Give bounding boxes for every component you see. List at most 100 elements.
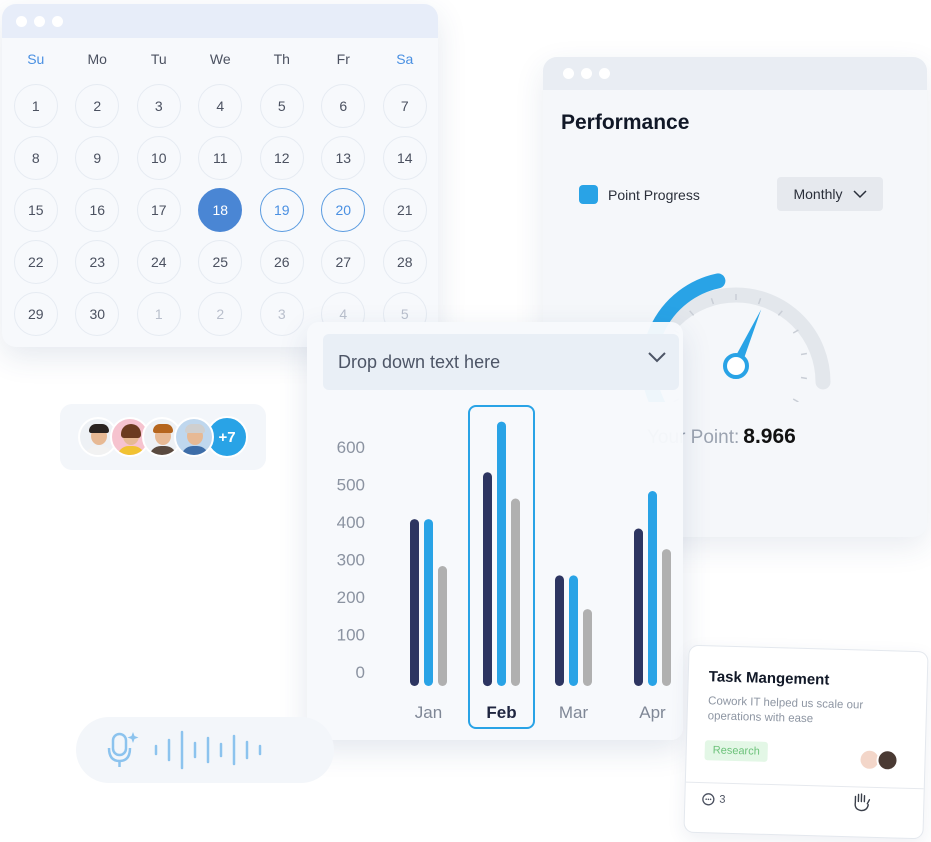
chart-dropdown[interactable]: Drop down text here [323,334,679,390]
bar-mar-1[interactable] [555,575,564,686]
calendar-day[interactable]: 15 [13,188,58,232]
calendar-cell: 4 [190,80,252,132]
calendar-cell: 6 [313,80,375,132]
calendar-day[interactable]: 27 [321,240,366,284]
waveform-icon [154,730,262,770]
calendar-day[interactable]: 10 [136,136,181,180]
calendar-day[interactable]: 24 [136,240,181,284]
calendar-cell: 16 [67,184,129,236]
bar-feb-2[interactable] [497,421,506,686]
calendar-day[interactable]: 28 [382,240,427,284]
weekday-header: Th [273,51,290,67]
calendar-day[interactable]: 21 [382,188,427,232]
avatar[interactable] [876,748,899,772]
bar-jan-3[interactable] [438,566,447,686]
comment-count[interactable]: 3 [701,792,726,807]
calendar-cell: 29 [5,288,67,340]
calendar-cell: 24 [128,236,190,288]
team-avatars[interactable]: +7 [60,404,266,470]
calendar-day[interactable]: 6 [321,84,366,128]
voice-input[interactable] [76,717,334,783]
calendar-day[interactable]: 23 [75,240,120,284]
weekday-header: Mo [87,51,107,67]
y-tick-label: 500 [337,476,365,495]
x-tick-label: Feb [486,703,516,722]
calendar-day[interactable]: 3 [259,292,304,336]
comment-icon [702,793,715,806]
calendar-day[interactable]: 2 [75,84,120,128]
calendar-day[interactable]: 8 [13,136,58,180]
calendar-day[interactable]: 7 [382,84,427,128]
calendar-cell: 28 [374,236,436,288]
calendar-day[interactable]: 1 [136,292,181,336]
legend: Point Progress [579,185,700,204]
calendar-day[interactable]: 16 [75,188,120,232]
y-tick-label: 0 [356,663,365,682]
calendar-cell: 20 [313,184,375,236]
mic-sparkle-icon[interactable] [106,731,140,769]
calendar-cell: 8 [5,132,67,184]
calendar-day[interactable]: 4 [198,84,243,128]
calendar-day[interactable]: 25 [198,240,243,284]
calendar-day[interactable]: 9 [75,136,120,180]
period-select[interactable]: Monthly [777,177,883,211]
calendar-cell: 9 [67,132,129,184]
calendar-cell: 5 [251,80,313,132]
calendar-day[interactable]: 22 [13,240,58,284]
calendar-widget: Su Mo Tu We Th Fr Sa 1 2 3 4 5 6 7 8 9 10 11 12 13 14 15 16 17 1… [2,4,438,347]
legend-label: Point Progress [608,186,700,203]
bar-apr-2[interactable] [648,491,657,686]
calendar-day[interactable]: 12 [259,136,304,180]
calendar-day[interactable]: 29 [13,292,58,336]
bar-mar-3[interactable] [583,609,592,686]
calendar-day[interactable]: 3 [136,84,181,128]
bar-chart-card: 0 100 200 300 400 500 600 Jan Feb Mar Apr Drop dow… [307,322,683,740]
divider [685,781,924,790]
bar-jan-1[interactable] [410,519,419,686]
calendar-cell: 2 [67,80,129,132]
calendar-day[interactable]: 26 [259,240,304,284]
x-tick-label: Mar [559,703,589,722]
bar-feb-3[interactable] [511,498,520,687]
calendar-day[interactable]: 14 [382,136,427,180]
calendar-day[interactable]: 30 [75,292,120,336]
calendar-day[interactable]: 11 [198,136,243,180]
bar-mar-2[interactable] [569,575,578,686]
calendar-day[interactable]: 5 [259,84,304,128]
calendar-cell: 11 [190,132,252,184]
calendar-day[interactable]: 17 [136,188,181,232]
calendar-cell: 26 [251,236,313,288]
calendar-cell: 21 [374,184,436,236]
hand-icon[interactable] [851,792,874,813]
calendar-day[interactable]: 20 [321,188,366,232]
legend-swatch [579,185,598,204]
gauge-tick [792,398,799,402]
calendar-grid: Su Mo Tu We Th Fr Sa 1 2 3 4 5 6 7 8 9 10 11 12 13 14 15 16 17 1… [2,38,438,340]
weekday-header: Sa [396,51,414,67]
y-tick-label: 100 [337,626,365,645]
avatar[interactable] [174,417,214,457]
calendar-day[interactable]: 1 [13,84,58,128]
y-tick-label: 200 [337,588,365,607]
bar-apr-1[interactable] [634,528,643,687]
task-tag[interactable]: Research [704,740,769,762]
calendar-day[interactable]: 2 [198,292,243,336]
calendar-cell: 7 [374,80,436,132]
calendar-cell: 2 [190,288,252,340]
chevron-down-icon [852,189,867,198]
your-point-value: 8.966 [743,425,796,448]
bar-apr-3[interactable] [662,549,671,686]
calendar-cell: 27 [313,236,375,288]
calendar-cell: 25 [190,236,252,288]
bar-feb-1[interactable] [483,472,492,687]
weekday-header: We [209,51,231,67]
chevron-down-icon [648,352,666,363]
task-card[interactable]: Task Mangement Cowork IT helped us scale… [683,644,929,840]
bar-jan-2[interactable] [424,519,433,686]
calendar-day[interactable]: 19 [259,188,304,232]
window-controls [563,68,610,79]
calendar-day[interactable]: 13 [321,136,366,180]
calendar-day[interactable]: 18 [198,188,243,232]
x-tick-label: Jan [415,703,442,722]
window-controls [16,15,63,27]
